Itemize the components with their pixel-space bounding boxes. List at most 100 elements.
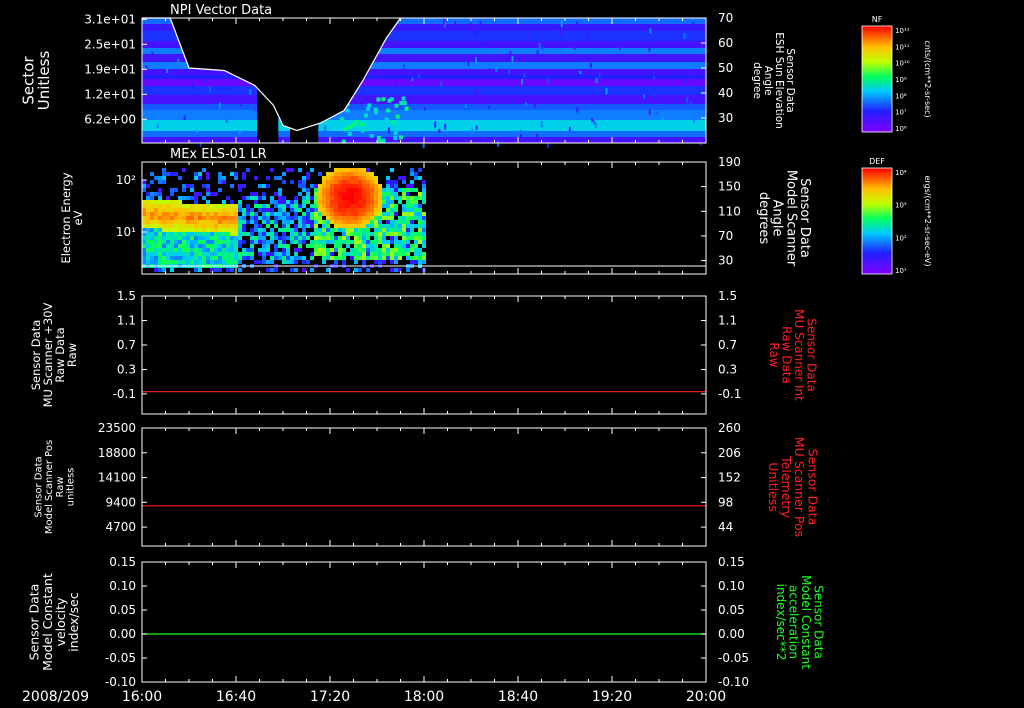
y-tick-label-right: 260: [718, 421, 741, 435]
els-cell: [354, 240, 358, 244]
els-cell: [358, 196, 362, 200]
els-cell: [342, 188, 346, 192]
els-cell: [386, 244, 390, 248]
els-cell: [142, 236, 146, 240]
npi-bright-cell: [343, 127, 348, 132]
npi-speckle: [536, 49, 539, 55]
els-cell: [374, 180, 378, 184]
els-cell: [150, 172, 154, 176]
els-cell: [342, 216, 346, 220]
els-cell: [334, 196, 338, 200]
els-cell: [266, 216, 270, 220]
els-cell: [162, 208, 166, 212]
els-cell: [150, 200, 154, 204]
els-cell: [346, 244, 350, 248]
els-cell: [150, 204, 154, 208]
els-cell: [186, 236, 190, 240]
els-cell: [374, 216, 378, 220]
els-cell: [354, 268, 358, 272]
els-cell: [314, 188, 318, 192]
els-cell: [254, 240, 258, 244]
els-cell: [294, 268, 298, 272]
els-cell: [350, 200, 354, 204]
els-cell: [170, 204, 174, 208]
axis-label-line: Raw: [767, 342, 781, 367]
els-cell: [146, 200, 150, 204]
els-cell: [266, 260, 270, 264]
els-cell: [334, 184, 338, 188]
els-cell: [334, 176, 338, 180]
els-cell: [166, 212, 170, 216]
els-cell: [262, 216, 266, 220]
colorbar-tick-label: 10⁹: [895, 76, 907, 84]
els-cell: [374, 176, 378, 180]
els-cell: [342, 208, 346, 212]
y-axis-label: Sensor DataModel Constantvelocityindex/s…: [27, 573, 81, 671]
els-cell: [294, 224, 298, 228]
els-cell: [154, 200, 158, 204]
npi-bright-cell: [342, 120, 347, 125]
npi-bright-cell: [367, 103, 372, 108]
npi-bright-cell: [393, 131, 398, 136]
els-cell: [370, 184, 374, 188]
axis-label-line: eV: [71, 210, 85, 225]
els-cell: [302, 200, 306, 204]
els-cell: [194, 268, 198, 272]
npi-speckle: [475, 125, 478, 130]
els-cell: [302, 232, 306, 236]
els-cell: [206, 172, 210, 176]
npi-bright-cell: [364, 113, 368, 118]
npi-speckle: [454, 21, 457, 26]
npi-bright-cell: [374, 110, 379, 115]
els-cell: [326, 240, 330, 244]
els-cell: [358, 216, 362, 220]
els-cell: [166, 240, 170, 244]
els-cell: [234, 240, 238, 244]
els-cell: [218, 220, 222, 224]
els-cell: [302, 212, 306, 216]
els-cell: [314, 240, 318, 244]
els-cell: [190, 256, 194, 260]
els-cell: [346, 236, 350, 240]
els-cell: [350, 232, 354, 236]
els-cell: [394, 196, 398, 200]
els-cell: [270, 232, 274, 236]
els-cell: [422, 216, 426, 220]
els-cell: [418, 168, 422, 172]
npi-speckle: [440, 81, 443, 87]
els-cell: [362, 256, 366, 260]
els-cell: [350, 176, 354, 180]
els-cell: [182, 228, 186, 232]
els-cell: [290, 232, 294, 236]
els-cell: [346, 204, 350, 208]
els-cell: [366, 172, 370, 176]
els-cell: [306, 260, 310, 264]
els-cell: [394, 228, 398, 232]
els-cell: [378, 224, 382, 228]
els-cell: [182, 220, 186, 224]
els-cell: [402, 244, 406, 248]
els-cell: [390, 208, 394, 212]
els-cell: [338, 188, 342, 192]
npi-speckle: [655, 111, 658, 115]
els-cell: [322, 240, 326, 244]
els-cell: [414, 196, 418, 200]
els-cell: [262, 204, 266, 208]
els-cell: [346, 220, 350, 224]
els-cell: [146, 208, 150, 212]
els-cell: [394, 232, 398, 236]
npi-speckle: [690, 76, 693, 83]
els-cell: [330, 208, 334, 212]
npi-bright-cell: [381, 97, 386, 102]
els-cell: [234, 256, 238, 260]
els-cell: [162, 252, 166, 256]
els-cell: [298, 216, 302, 220]
els-cell: [214, 236, 218, 240]
y-tick-label-right: 30: [718, 254, 733, 268]
els-cell: [266, 252, 270, 256]
els-cell: [414, 240, 418, 244]
els-cell: [154, 260, 158, 264]
els-cell: [362, 208, 366, 212]
els-cell: [234, 260, 238, 264]
els-cell: [222, 240, 226, 244]
